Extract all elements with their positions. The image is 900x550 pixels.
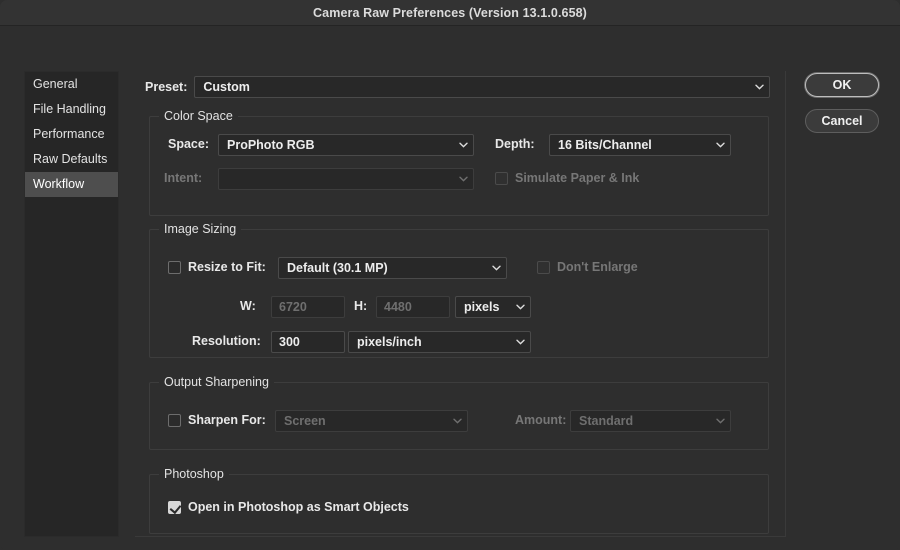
sharpen-for-select: Screen xyxy=(275,410,468,432)
sidebar-item-file-handling[interactable]: File Handling xyxy=(25,97,118,122)
cancel-button[interactable]: Cancel xyxy=(805,109,879,133)
checkbox-box xyxy=(168,260,181,274)
chevron-down-icon xyxy=(510,332,530,352)
width-input: 6720 xyxy=(271,296,345,318)
output-sharpening-legend: Output Sharpening xyxy=(159,375,274,389)
resolution-label: Resolution: xyxy=(192,334,261,348)
titlebar: Camera Raw Preferences (Version 13.1.0.6… xyxy=(0,0,900,26)
resize-to-fit-select[interactable]: Default (30.1 MP) xyxy=(278,257,507,279)
sidebar-item-label: File Handling xyxy=(33,102,106,116)
chevron-down-icon xyxy=(510,297,530,317)
depth-label: Depth: xyxy=(495,137,535,151)
preferences-sidebar: General File Handling Performance Raw De… xyxy=(24,71,119,537)
height-value: 4480 xyxy=(384,300,412,314)
resize-to-fit-checkbox[interactable]: Resize to Fit: xyxy=(168,260,266,274)
resize-to-fit-value: Default (30.1 MP) xyxy=(287,261,388,275)
resolution-value: 300 xyxy=(279,335,300,349)
dont-enlarge-checkbox: Don't Enlarge xyxy=(537,260,638,274)
image-sizing-group: Image Sizing Resize to Fit: Default (30.… xyxy=(149,222,769,358)
sidebar-item-label: General xyxy=(33,77,78,91)
dont-enlarge-label: Don't Enlarge xyxy=(557,260,638,274)
width-value: 6720 xyxy=(279,300,307,314)
dialog-actions: OK Cancel xyxy=(805,73,879,145)
space-select[interactable]: ProPhoto RGB xyxy=(218,134,474,156)
image-sizing-legend: Image Sizing xyxy=(159,222,242,236)
checkbox-box xyxy=(495,171,508,185)
dialog-body: General File Handling Performance Raw De… xyxy=(0,26,900,550)
chevron-down-icon xyxy=(453,169,473,189)
sidebar-item-performance[interactable]: Performance xyxy=(25,122,118,147)
checkbox-box xyxy=(168,500,181,514)
preset-row: Preset: Custom xyxy=(145,76,770,98)
checkbox-box xyxy=(168,413,181,427)
depth-select[interactable]: 16 Bits/Channel xyxy=(549,134,731,156)
amount-select: Standard xyxy=(570,410,731,432)
sidebar-item-general[interactable]: General xyxy=(25,72,118,97)
chevron-down-icon xyxy=(749,77,769,97)
checkbox-box xyxy=(537,260,550,274)
chevron-down-icon xyxy=(486,258,506,278)
chevron-down-icon xyxy=(453,135,473,155)
height-label: H: xyxy=(354,299,368,313)
space-value: ProPhoto RGB xyxy=(227,138,315,152)
sidebar-item-raw-defaults[interactable]: Raw Defaults xyxy=(25,147,118,172)
resize-to-fit-label: Resize to Fit: xyxy=(188,260,266,274)
sharpen-for-checkbox[interactable]: Sharpen For: xyxy=(168,413,266,427)
resolution-input[interactable]: 300 xyxy=(271,331,345,353)
sharpen-for-value: Screen xyxy=(284,414,326,428)
window-title: Camera Raw Preferences (Version 13.1.0.6… xyxy=(313,5,587,20)
camera-raw-preferences-dialog: Camera Raw Preferences (Version 13.1.0.6… xyxy=(0,0,900,550)
space-label: Space: xyxy=(168,137,209,151)
sidebar-item-label: Workflow xyxy=(33,177,85,191)
size-unit-select[interactable]: pixels xyxy=(455,296,531,318)
sidebar-item-label: Raw Defaults xyxy=(33,152,108,166)
width-label: W: xyxy=(240,299,256,313)
sidebar-item-workflow[interactable]: Workflow xyxy=(25,172,118,197)
photoshop-legend: Photoshop xyxy=(159,467,229,481)
preset-label: Preset: xyxy=(145,80,188,94)
color-space-legend: Color Space xyxy=(159,109,238,123)
resolution-unit-select[interactable]: pixels/inch xyxy=(348,331,531,353)
amount-value: Standard xyxy=(579,414,634,428)
resolution-unit-value: pixels/inch xyxy=(357,335,422,349)
open-as-smart-objects-label: Open in Photoshop as Smart Objects xyxy=(188,500,409,514)
ok-button[interactable]: OK xyxy=(805,73,879,97)
preset-select[interactable]: Custom xyxy=(194,76,770,98)
intent-select xyxy=(218,168,474,190)
chevron-down-icon xyxy=(447,411,467,431)
chevron-down-icon xyxy=(710,411,730,431)
simulate-paper-ink-checkbox: Simulate Paper & Ink xyxy=(495,171,639,185)
color-space-group: Color Space Space: ProPhoto RGB Depth: 1… xyxy=(149,109,769,216)
intent-label: Intent: xyxy=(164,171,203,185)
height-input: 4480 xyxy=(376,296,450,318)
open-as-smart-objects-checkbox[interactable]: Open in Photoshop as Smart Objects xyxy=(168,500,409,514)
amount-label: Amount: xyxy=(515,413,567,427)
preset-value: Custom xyxy=(203,80,250,94)
simulate-paper-ink-label: Simulate Paper & Ink xyxy=(515,171,640,185)
output-sharpening-group: Output Sharpening Sharpen For: Screen Am… xyxy=(149,375,769,450)
sidebar-item-label: Performance xyxy=(33,127,105,141)
size-unit-value: pixels xyxy=(464,300,500,314)
sharpen-for-label: Sharpen For: xyxy=(188,413,266,427)
photoshop-group: Photoshop Open in Photoshop as Smart Obj… xyxy=(149,467,769,534)
depth-value: 16 Bits/Channel xyxy=(558,138,652,152)
chevron-down-icon xyxy=(710,135,730,155)
